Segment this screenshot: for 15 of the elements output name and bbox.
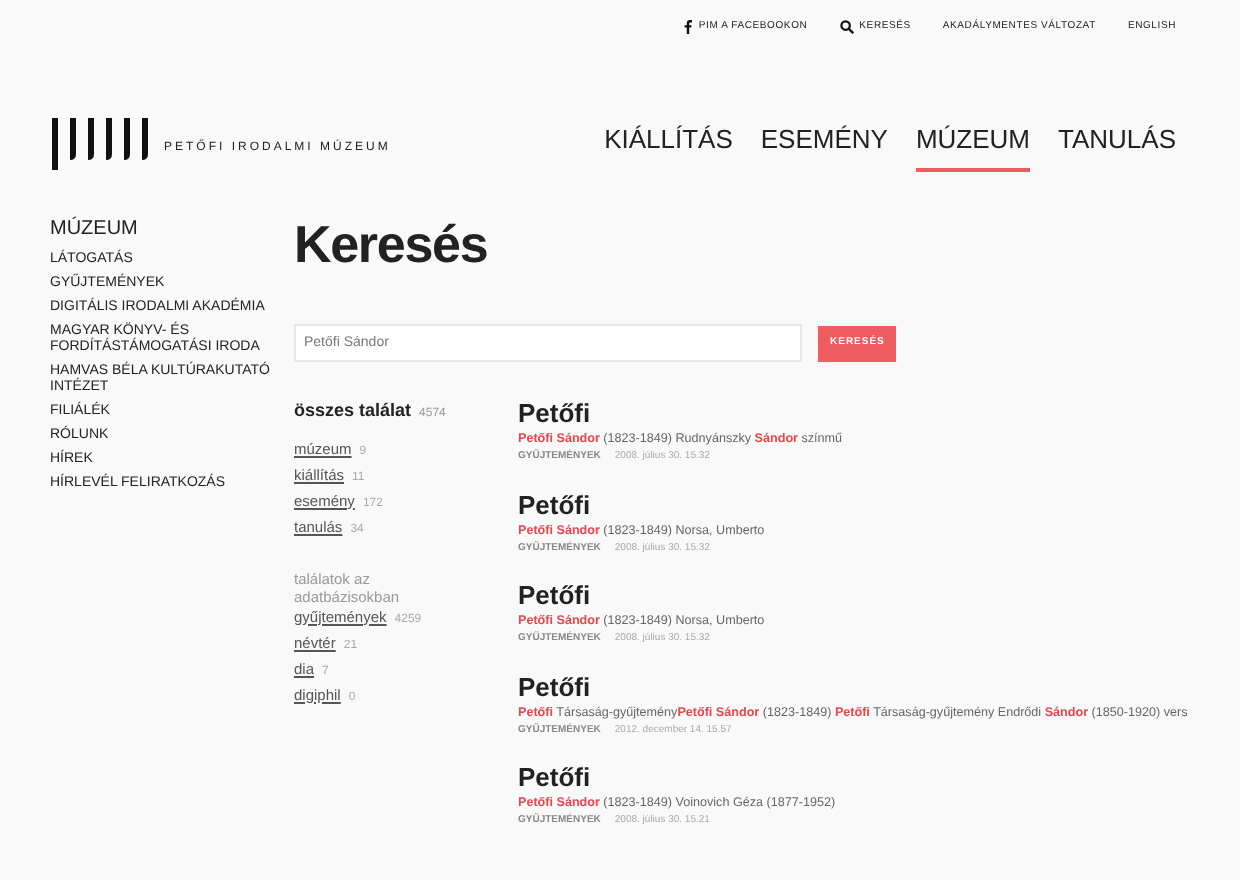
facebook-icon[interactable] [684,20,693,34]
nav-tab[interactable]: MÚZEUM [915,119,1030,172]
result-title[interactable]: Petőfi [518,489,1190,519]
result-title[interactable]: Petőfi [518,580,1190,610]
nav-tab[interactable]: ESEMÉNY [760,119,888,172]
result-title[interactable]: Petőfi [518,398,1190,428]
search-icon[interactable] [839,20,854,34]
page-title: Keresés [294,218,490,270]
result-title[interactable]: Petőfi [518,762,1190,792]
logo-icon [52,116,152,172]
nav-tab[interactable]: KIÁLLÍTÁS [604,119,733,172]
nav-tab[interactable]: TANULÁS [1058,119,1176,172]
total-label: összes találat [294,398,412,424]
result-title[interactable]: Petőfi [518,671,1190,701]
sidebar-title: MÚZEUM [50,214,140,244]
